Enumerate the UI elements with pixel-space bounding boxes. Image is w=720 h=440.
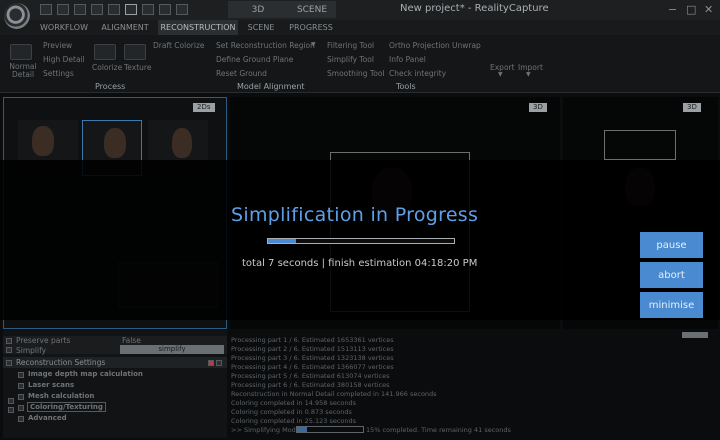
draft-colorize-button[interactable]: Draft Colorize [153,41,205,50]
close-panel-icon[interactable] [216,360,222,366]
chevron-down-icon[interactable]: ▼ [311,41,316,48]
tab-scene[interactable]: SCENE [242,20,280,35]
pane-3d-tag[interactable]: 3D [529,103,547,112]
face-image [104,128,126,158]
expand-icon[interactable] [18,383,24,389]
log-line: Processing part 5 / 6. Estimated 613074 … [231,372,390,380]
log-line: Processing part 2 / 6. Estimated 1513113… [231,345,394,353]
minimise-button[interactable]: minimise [640,292,703,318]
log-status-label: >> Simplifying Model [231,426,302,434]
expand-icon[interactable] [18,394,24,400]
texture-icon[interactable] [124,44,146,60]
layout-3-icon[interactable] [125,4,137,15]
smoothing-tool-button[interactable]: Smoothing Tool [327,69,385,78]
set-region-button[interactable]: Set Reconstruction Region [216,41,315,50]
reset-ground-button[interactable]: Reset Ground [216,69,267,78]
face-image [172,128,192,158]
preview-button[interactable]: Preview [43,41,72,50]
simplify-tool-button[interactable]: Simplify Tool [327,55,374,64]
mode-scene[interactable]: SCENE [288,1,336,18]
filtering-tool-button[interactable]: Filtering Tool [327,41,374,50]
log-scrollbar[interactable] [682,332,708,338]
texture-button[interactable]: Texture [124,63,151,72]
expand-icon[interactable] [18,372,24,378]
pause-button[interactable]: pause [640,232,703,258]
log-progress-fill [297,427,307,432]
export-chevron-icon[interactable]: ▼ [498,71,503,78]
log-line: Processing part 6 / 6. Estimated 380158 … [231,381,390,389]
normal-detail-icon[interactable] [10,44,32,60]
tab-progress[interactable]: PROGRESS [284,20,338,35]
tab-alignment[interactable]: ALIGNMENT [96,20,154,35]
log-line: Processing part 3 / 6. Estimated 1323138… [231,354,394,362]
app-logo[interactable] [4,3,30,29]
region-box-right[interactable] [604,130,676,160]
colorize-icon[interactable] [94,44,116,60]
progress-status: total 7 seconds | finish estimation 04:1… [242,258,478,269]
log-line: Reconstruction in Normal Detail complete… [231,390,437,398]
tab-reconstruction[interactable]: RECONSTRUCTION [158,20,238,35]
group-process-label: Process [95,82,126,91]
open-icon[interactable] [57,4,69,15]
preserve-parts-label: Preserve parts [16,336,71,345]
reconstruction-settings-header: Reconstruction Settings [16,358,106,367]
settings-button[interactable]: Settings [43,69,74,78]
abort-button[interactable]: abort [640,262,703,288]
layout-5-icon[interactable] [159,4,171,15]
app-window: 3D SCENE New project* - RealityCapture −… [0,0,720,440]
expand-icon[interactable] [6,338,12,344]
log-status-text: 15% completed. Time remaining 41 seconds [366,426,511,434]
colorize-button[interactable]: Colorize [92,63,122,72]
close-icon[interactable]: ✕ [704,3,713,16]
face-image [32,126,54,156]
log-line: Processing part 1 / 6. Estimated 1653361… [231,336,394,344]
layout-4-icon[interactable] [142,4,154,15]
high-detail-button[interactable]: High Detail [43,55,85,64]
layout-6-icon[interactable] [176,4,188,15]
expand-icon[interactable] [18,405,24,411]
import-chevron-icon[interactable]: ▼ [526,71,531,78]
tab-workflow[interactable]: WORKFLOW [36,20,92,35]
collapse-icon[interactable] [6,360,12,366]
simplify-button[interactable]: simplify [120,345,224,354]
expand-icon[interactable] [6,347,12,353]
ortho-projection-button[interactable]: Ortho Projection [389,41,450,50]
unwrap-button[interactable]: Unwrap [452,41,481,50]
new-icon[interactable] [40,4,52,15]
log-line: Coloring completed in 25.123 seconds [231,417,357,425]
preserve-parts-value[interactable]: False [122,336,141,345]
side-toggle-icon[interactable] [8,398,14,404]
window-title: New project* - RealityCapture [400,3,549,14]
normal-detail-button[interactable]: Normal Detail [8,63,38,79]
log-line: Processing part 4 / 6. Estimated 1366077… [231,363,394,371]
check-integrity-button[interactable]: Check integrity [389,69,446,78]
info-panel-button[interactable]: Info Panel [389,55,426,64]
setting-advanced[interactable]: Advanced [28,414,67,422]
pin-icon[interactable] [208,360,214,366]
pane-3d-right-tag[interactable]: 3D [683,103,701,112]
overlay-title: Simplification in Progress [231,204,479,226]
log-line: Coloring completed in 0.873 seconds [231,408,352,416]
pane-2ds-tag[interactable]: 2Ds [193,103,215,112]
side-toggle-icon[interactable] [8,407,14,413]
maximize-icon[interactable]: □ [686,3,696,16]
progress-fill [268,239,296,243]
setting-coloring-texturing[interactable]: Coloring/Texturing [27,402,106,412]
mode-3d[interactable]: 3D [228,1,288,18]
minimize-icon[interactable]: − [668,3,677,16]
layout-2-icon[interactable] [108,4,120,15]
group-tools-label: Tools [396,82,416,91]
setting-laser-scans[interactable]: Laser scans [28,381,74,389]
log-line: Coloring completed in 14.958 seconds [231,399,357,407]
setting-image-depth[interactable]: Image depth map calculation [28,370,143,378]
group-model-alignment-label: Model Alignment [237,82,305,91]
simplify-label: Simplify [16,346,47,355]
expand-icon[interactable] [18,416,24,422]
setting-mesh-calculation[interactable]: Mesh calculation [28,392,94,400]
save-icon[interactable] [74,4,86,15]
layout-icon[interactable] [91,4,103,15]
define-ground-button[interactable]: Define Ground Plane [216,55,293,64]
